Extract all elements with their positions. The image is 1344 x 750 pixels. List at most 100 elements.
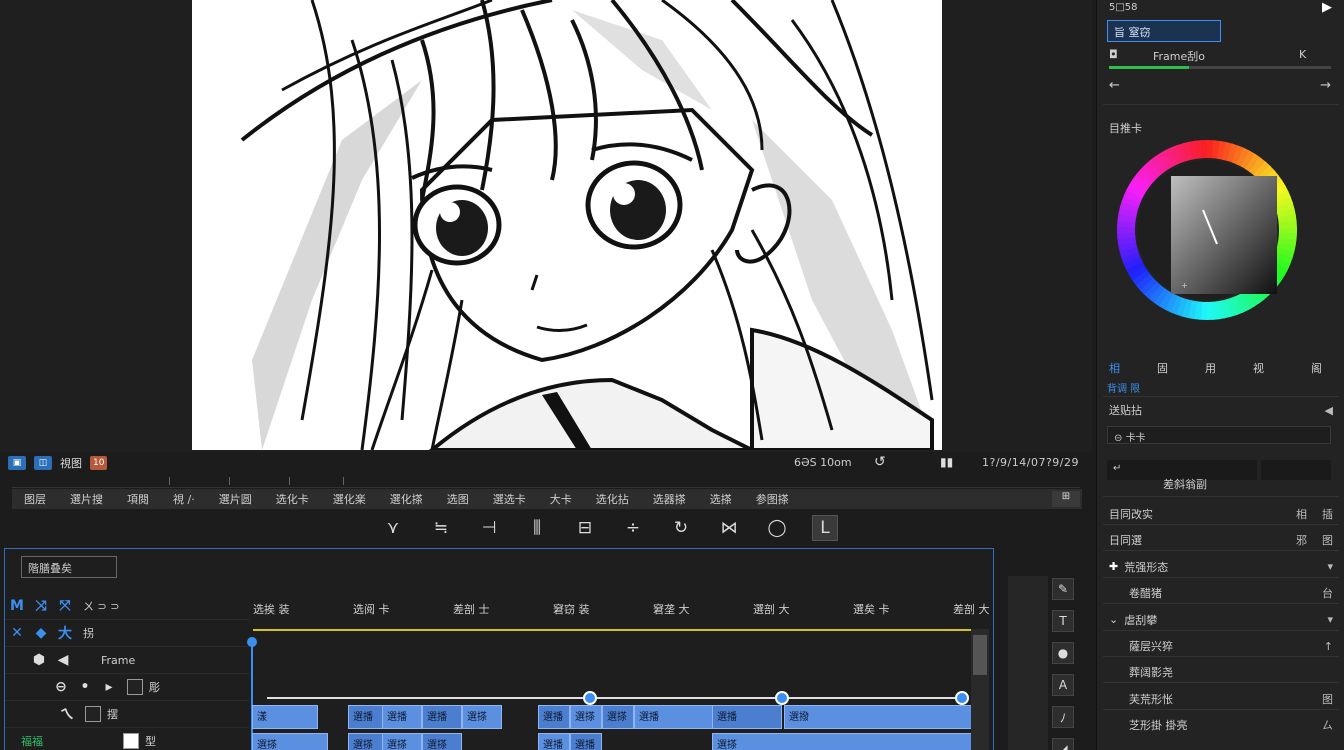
text-tool-icon[interactable]: ≒ <box>428 515 454 541</box>
timeline-clip[interactable]: 選搽 <box>252 733 328 750</box>
loop-icon[interactable]: ↺ <box>874 454 886 470</box>
color-mode-tab[interactable]: 相 <box>1109 360 1120 376</box>
frame-icon[interactable]: ◀ <box>51 652 75 668</box>
lasso-tool-icon[interactable]: ◯ <box>764 515 790 541</box>
timeline-clip[interactable]: 選撥 <box>784 705 972 729</box>
bars-tool-icon[interactable]: ⫼ <box>524 515 550 541</box>
layer-row-icon[interactable]: 插 <box>1322 506 1333 522</box>
layer-row[interactable]: 芙荒形怅 图 <box>1103 687 1339 711</box>
chevron-down-icon[interactable]: ⌄ <box>1109 613 1118 626</box>
saturation-square[interactable] <box>1171 176 1277 294</box>
marker-icon[interactable]: 大 <box>53 623 77 643</box>
timeline-clip[interactable]: 選搽 <box>422 733 462 750</box>
menu-item[interactable]: 选化拈 <box>584 491 641 507</box>
arrow-left-icon[interactable]: ← <box>1109 78 1120 93</box>
track-row[interactable]: ⬢ ◀ Frame <box>5 647 249 674</box>
layer-type-button[interactable] <box>1261 460 1331 480</box>
rotate-tool-icon[interactable]: ↻ <box>668 515 694 541</box>
time-ruler[interactable]: 选挨 装 选阅 卡 差剖 士 窘窃 装 窘垄 大 選剖 大 選矣 卡 差剖 大 <box>253 597 990 627</box>
track-row[interactable]: ✕ ◆ 大拐 <box>5 620 249 647</box>
work-area-bar[interactable] <box>253 629 971 631</box>
layer-row[interactable]: ✚ 荒强形态 ▾ <box>1103 555 1339 579</box>
layer-row[interactable]: 日同選 图邪 <box>1103 528 1339 552</box>
track-row[interactable]: ⊖ • ▸ 彫 <box>5 674 249 701</box>
timeline-clip[interactable]: 選播 <box>538 705 570 729</box>
menu-item[interactable]: 选器搽 <box>641 491 698 507</box>
align-tool-icon[interactable]: ⊟ <box>572 515 598 541</box>
keyframe-dot[interactable] <box>955 691 969 705</box>
view-label[interactable]: 視图 <box>60 455 82 471</box>
type-icon[interactable]: T <box>1052 610 1074 632</box>
layer-row-icon[interactable]: 邪 <box>1296 532 1307 548</box>
menu-item[interactable]: 参图搽 <box>744 491 801 507</box>
bars-icon[interactable]: ▮▮ <box>940 455 953 469</box>
marker-icon[interactable]: ◆ <box>29 625 53 641</box>
color-wheel[interactable]: + <box>1117 140 1297 320</box>
menu-item[interactable]: 选搽 <box>698 491 744 507</box>
layer-search-input[interactable]: ⊝ 卡卡 <box>1107 426 1331 444</box>
timeline-clip[interactable]: 選播 <box>382 705 422 729</box>
plus-icon[interactable]: ✚ <box>1109 560 1118 573</box>
timeline-search-input[interactable]: 階膳叠矣 <box>21 556 117 578</box>
selected-brush[interactable]: 旨 窒窃 <box>1107 20 1221 42</box>
color-mode-tab[interactable]: 固 <box>1157 360 1168 376</box>
layer-row-icon[interactable]: 图 <box>1322 532 1333 548</box>
frame-icon[interactable]: ⬢ <box>27 652 51 668</box>
motion-icon[interactable]: M <box>5 598 29 614</box>
layer-row-icon[interactable]: ㄙ <box>1322 717 1333 733</box>
marker-icon[interactable]: ✕ <box>5 625 29 641</box>
brush-progress[interactable] <box>1109 66 1331 69</box>
menu-item[interactable]: 選片圆 <box>207 491 264 507</box>
layer-row[interactable]: ⌄ 虐刮攀 ▾ <box>1103 608 1339 632</box>
color-mode-tab[interactable]: 视 <box>1253 360 1264 376</box>
timeline-clip[interactable]: 選播 <box>712 705 782 729</box>
brush-icon[interactable]: ﾉ <box>1052 706 1074 728</box>
timeline-clip[interactable]: 選播 <box>422 705 462 729</box>
timeline-clip[interactable]: 選搽 <box>462 705 502 729</box>
menu-item[interactable]: 選化搽 <box>378 491 435 507</box>
layer-row[interactable]: 目同改实 插相 <box>1103 502 1339 526</box>
distribute-tool-icon[interactable]: ÷ <box>620 515 646 541</box>
layer-icon[interactable]: ▸ <box>97 679 121 695</box>
color-mode-tab[interactable]: 阁 <box>1311 360 1322 376</box>
timeline-clip[interactable]: 選播 <box>634 705 714 729</box>
circle-icon[interactable]: ● <box>1052 642 1074 664</box>
camera-icon[interactable]: ▣ <box>8 456 26 470</box>
scroll-thumb[interactable] <box>973 635 987 675</box>
back-arrow-icon[interactable]: ◀ <box>1325 404 1333 417</box>
keyframe-dot[interactable] <box>775 691 789 705</box>
timeline-clip[interactable]: 選搽 <box>712 733 972 750</box>
timeline-clip[interactable]: 漾 <box>252 705 318 729</box>
timeline-clip[interactable]: 選播 <box>538 733 570 750</box>
play-icon[interactable]: ▶ <box>1322 0 1332 15</box>
keyframe-dot[interactable] <box>583 691 597 705</box>
menu-item[interactable]: 選片搜 <box>58 491 115 507</box>
track-row[interactable]: M ⤨ ⤧ ㄨ ⊃ ⊃ <box>5 593 249 620</box>
select-tool-icon[interactable]: ⋎ <box>380 515 406 541</box>
layer-row[interactable]: 葬阔影尧 <box>1103 660 1339 684</box>
layer-icon[interactable]: • <box>73 679 97 695</box>
menu-item[interactable]: 選化楽 <box>321 491 378 507</box>
menu-item[interactable]: 項閱 <box>115 491 161 507</box>
brush-toggle-icon[interactable]: ◘ <box>1109 48 1118 61</box>
motion-icon[interactable]: ⤨ <box>29 598 53 614</box>
menu-end-button[interactable]: ⊞ <box>1052 491 1080 507</box>
layer-row-icon[interactable]: ▾ <box>1327 560 1333 573</box>
capture-icon[interactable]: ◫ <box>34 456 52 470</box>
track-row[interactable]: 福福 ​ 型 <box>5 728 249 750</box>
timeline-clip[interactable]: 選播 <box>348 705 384 729</box>
menu-item[interactable]: 視 ∕· <box>161 491 207 507</box>
track-row[interactable]: ㄟ摆 <box>5 701 249 728</box>
anchor-icon[interactable]: A <box>1052 674 1074 696</box>
menu-item[interactable]: 图层 <box>12 491 58 507</box>
layer-row-icon[interactable]: ↑ <box>1324 640 1333 653</box>
curve-icon[interactable]: ㄟ <box>55 704 79 724</box>
menu-item[interactable]: 選选卡 <box>481 491 538 507</box>
color-mode-tab[interactable]: 用 <box>1205 360 1216 376</box>
timeline-clip[interactable]: 選搽 <box>348 733 384 750</box>
crop-tool-icon[interactable]: ⊣ <box>476 515 502 541</box>
layer-row[interactable]: 薩层兴猝 ↑ <box>1103 634 1339 658</box>
mini-ruler[interactable]: | | | | <box>12 474 1080 488</box>
track-icon[interactable]: ​ <box>93 733 117 749</box>
menu-item[interactable]: 大卡 <box>538 491 584 507</box>
